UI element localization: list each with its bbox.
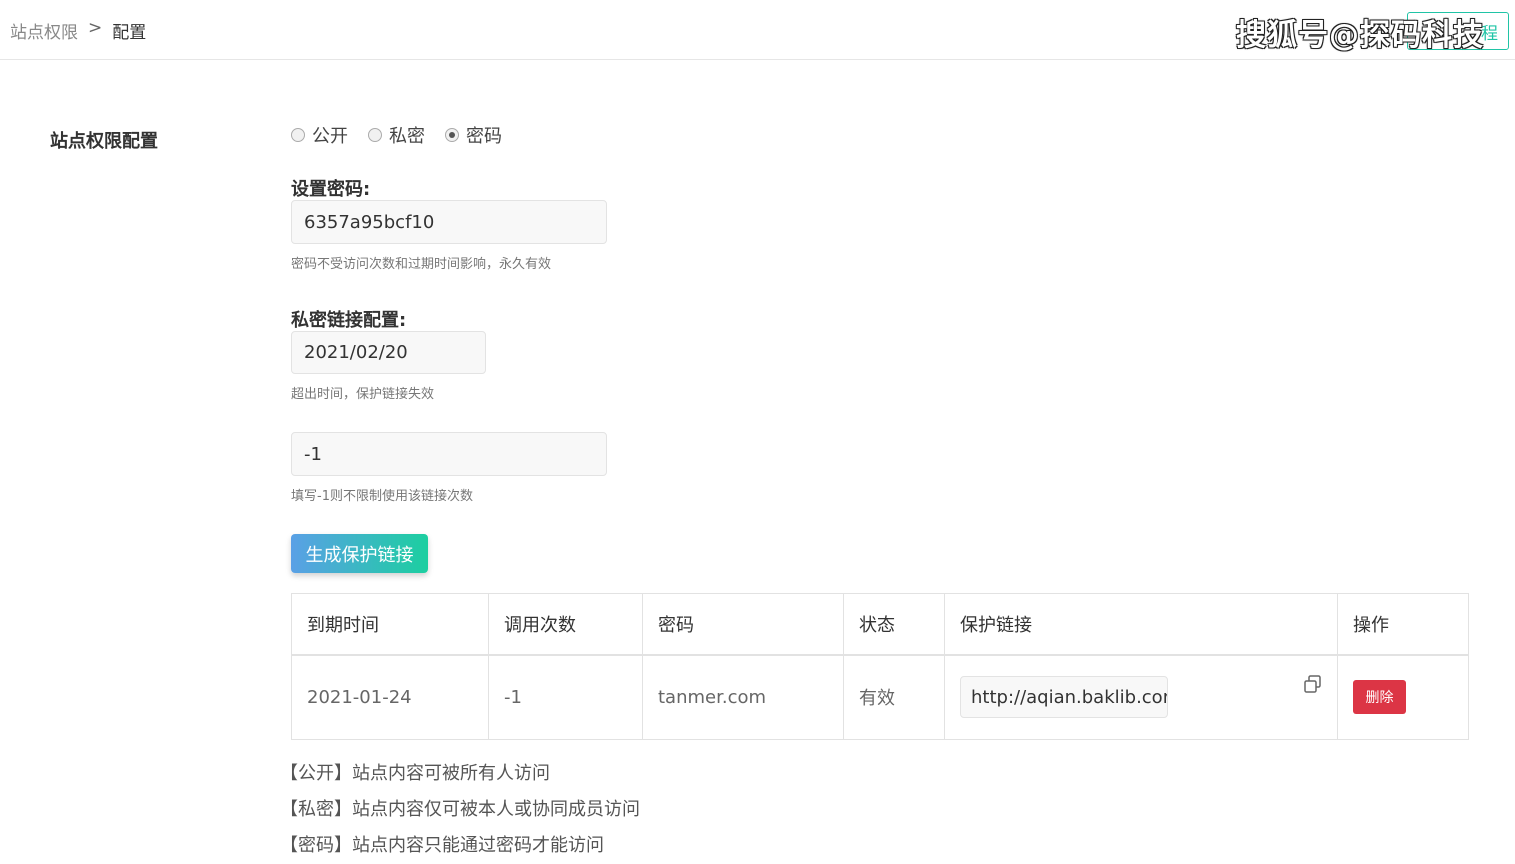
- header-status: 状态: [843, 593, 945, 656]
- cell-action: 删除: [1337, 654, 1469, 740]
- access-radio-group: 公开 私密 密码: [291, 122, 502, 148]
- expire-hint: 超出时间，保护链接失效: [291, 387, 435, 402]
- delete-button[interactable]: 删除: [1353, 680, 1406, 715]
- usage-hint: 填写-1则不限制使用该链接次数: [291, 489, 473, 504]
- section-title: 站点权限配置: [50, 131, 158, 152]
- radio-public-indicator[interactable]: [291, 128, 305, 142]
- header-password: 密码: [642, 593, 844, 656]
- cell-status: 有效: [843, 654, 945, 740]
- copy-icon[interactable]: [1303, 674, 1323, 694]
- header-count: 调用次数: [488, 593, 643, 656]
- password-hint: 密码不受访问次数和过期时间影响，永久有效: [291, 257, 552, 272]
- header-link: 保护链接: [944, 593, 1338, 656]
- breadcrumb-parent[interactable]: 站点权限: [10, 18, 78, 43]
- table-header-row: 到期时间 调用次数 密码 状态 保护链接 操作: [291, 593, 1469, 656]
- radio-private-label: 私密: [389, 126, 425, 147]
- breadcrumb: 站点权限 > 配置: [10, 18, 146, 43]
- access-notes: 【公开】站点内容可被所有人访问 【私密】站点内容仅可被本人或协同成员访问 【密码…: [280, 756, 640, 864]
- note-public: 【公开】站点内容可被所有人访问: [280, 763, 550, 784]
- private-link-label: 私密链接配置:: [291, 310, 407, 331]
- breadcrumb-separator: >: [88, 18, 103, 38]
- generate-link-button[interactable]: 生成保护链接: [291, 534, 428, 573]
- table-row: 2021-01-24 -1 tanmer.com 有效 http://aqian…: [291, 654, 1469, 740]
- note-private: 【私密】站点内容仅可被本人或协同成员访问: [280, 799, 640, 820]
- radio-public-label: 公开: [312, 126, 348, 147]
- note-password: 【密码】站点内容只能通过密码才能访问: [280, 835, 604, 856]
- radio-password-label: 密码: [466, 126, 502, 147]
- cell-count: -1: [488, 654, 643, 740]
- password-input[interactable]: 6357a95bcf10: [291, 200, 607, 244]
- protected-link-field[interactable]: http://aqian.baklib.com: [960, 676, 1168, 719]
- cell-expire: 2021-01-24: [291, 654, 489, 740]
- expire-date-input[interactable]: 2021/02/20: [291, 331, 486, 374]
- breadcrumb-current: 配置: [112, 23, 147, 43]
- header-expire: 到期时间: [291, 593, 489, 656]
- radio-public[interactable]: 公开: [291, 122, 348, 148]
- radio-private-indicator[interactable]: [368, 128, 382, 142]
- header-action: 操作: [1337, 593, 1469, 656]
- radio-private[interactable]: 私密: [368, 122, 425, 148]
- top-bar: 站点权限 > 配置 程 搜狐号@探码科技: [0, 0, 1515, 60]
- cell-password: tanmer.com: [642, 654, 844, 740]
- radio-password[interactable]: 密码: [445, 122, 502, 148]
- watermark: 搜狐号@探码科技: [1236, 18, 1484, 53]
- password-label: 设置密码:: [291, 179, 371, 200]
- protected-links-table: 到期时间 调用次数 密码 状态 保护链接 操作 2021-01-24 -1 ta…: [291, 593, 1469, 740]
- cell-link: http://aqian.baklib.com: [944, 654, 1338, 740]
- usage-count-input[interactable]: -1: [291, 432, 607, 476]
- radio-password-indicator[interactable]: [445, 128, 459, 142]
